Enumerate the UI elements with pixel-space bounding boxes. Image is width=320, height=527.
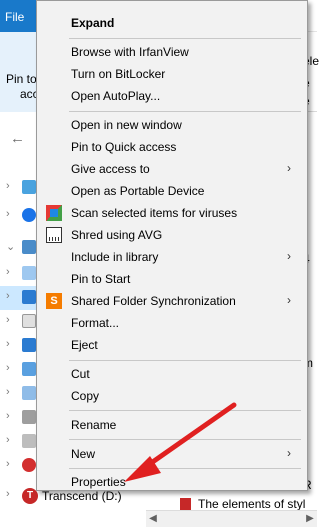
back-arrow-icon[interactable]: ← (10, 130, 25, 147)
chevron-right-icon[interactable]: › (6, 290, 10, 302)
nav-item[interactable]: › (0, 334, 40, 358)
nav-item[interactable]: › (0, 382, 40, 406)
navigation-pane: › › ⌄ › › › › › › › › › (0, 160, 40, 527)
menu-item-label: Pin to Start (71, 272, 131, 286)
menu-item-label: Give access to (71, 162, 150, 176)
menu-item-cut[interactable]: Cut (37, 363, 307, 385)
menu-item-include-library[interactable]: Include in library › (37, 246, 307, 268)
menu-item-label: New (71, 447, 96, 461)
menu-item-label: Open AutoPlay... (71, 89, 161, 103)
nav-item[interactable]: › (0, 262, 40, 286)
menu-item-label: Pin to Quick access (71, 140, 177, 154)
horizontal-scrollbar[interactable]: ◀ ▶ (146, 510, 317, 527)
pin-to-quick-access-button[interactable]: Pin to acc (0, 32, 39, 112)
menu-item-expand[interactable]: Expand (37, 12, 307, 34)
nav-item[interactable]: ⌄ (0, 236, 40, 260)
nav-item[interactable]: › (0, 176, 40, 200)
menu-separator (69, 38, 301, 39)
sync-icon: S (46, 293, 62, 309)
file-name: The elements of styl (198, 497, 306, 511)
folder-icon (22, 266, 36, 280)
menu-item-label: Turn on BitLocker (71, 67, 166, 81)
pictures-icon (22, 386, 36, 400)
shredder-icon (46, 227, 62, 243)
menu-item-scan-viruses[interactable]: Scan selected items for viruses (37, 202, 307, 224)
nav-item[interactable]: › (0, 454, 40, 478)
menu-item-label: Shred using AVG (71, 228, 163, 242)
nav-item[interactable]: › (0, 204, 40, 228)
download-icon (22, 338, 36, 352)
music-icon (22, 362, 36, 376)
menu-item-label: Scan selected items for viruses (71, 206, 238, 220)
chevron-down-icon[interactable]: ⌄ (6, 240, 15, 253)
menu-separator (69, 111, 301, 112)
chevron-right-icon[interactable]: › (6, 362, 10, 374)
this-pc-icon (22, 240, 36, 254)
nav-item-selected[interactable]: › (0, 286, 40, 310)
pdf-file-icon (180, 498, 191, 510)
menu-item-open-portable-device[interactable]: Open as Portable Device (37, 180, 307, 202)
chevron-right-icon[interactable]: › (6, 208, 10, 220)
menu-item-open-autoplay[interactable]: Open AutoPlay... (37, 85, 307, 107)
menu-item-pin-quick-access[interactable]: Pin to Quick access (37, 136, 307, 158)
nav-item[interactable]: › (0, 310, 40, 334)
videos-icon (22, 410, 36, 424)
menu-item-eject[interactable]: Eject (37, 334, 307, 356)
menu-item-label: Include in library (71, 250, 159, 264)
chevron-right-icon[interactable]: › (6, 266, 10, 278)
avg-scan-icon (46, 205, 62, 221)
onedrive-icon (22, 208, 36, 222)
chevron-right-icon[interactable]: › (6, 338, 10, 350)
submenu-arrow-icon: › (287, 446, 291, 460)
menu-item-pin-start[interactable]: Pin to Start (37, 268, 307, 290)
local-disk-icon (22, 434, 36, 448)
nav-item[interactable]: › (0, 430, 40, 454)
chevron-right-icon[interactable]: › (6, 180, 10, 192)
menu-item-format[interactable]: Format... (37, 312, 307, 334)
submenu-arrow-icon: › (287, 249, 291, 263)
chevron-right-icon[interactable]: › (6, 314, 10, 326)
submenu-arrow-icon: › (287, 161, 291, 175)
menu-item-label: Copy (71, 389, 100, 403)
chevron-right-icon[interactable]: › (6, 458, 10, 470)
menu-item-label: Format... (71, 316, 120, 330)
removable-drive-icon (22, 458, 36, 472)
scroll-right-icon[interactable]: ▶ (303, 513, 317, 524)
document-icon (22, 314, 36, 328)
chevron-right-icon[interactable]: › (6, 386, 10, 398)
menu-item-label: Eject (71, 338, 98, 352)
chevron-right-icon[interactable]: › (6, 410, 10, 422)
nav-item[interactable]: › (0, 358, 40, 382)
submenu-arrow-icon: › (287, 293, 291, 307)
drive-icon (22, 290, 36, 304)
pin-label: Pin to (6, 72, 37, 86)
menu-separator (69, 360, 301, 361)
scroll-left-icon[interactable]: ◀ (146, 513, 160, 524)
menu-item-open-new-window[interactable]: Open in new window (37, 114, 307, 136)
menu-item-label: Shared Folder Synchronization (71, 294, 236, 308)
menu-item-shred-avg[interactable]: Shred using AVG (37, 224, 307, 246)
red-annotation-arrow-icon (124, 402, 237, 482)
menu-item-give-access[interactable]: Give access to › (37, 158, 307, 180)
menu-item-browse-irfanview[interactable]: Browse with IrfanView (37, 41, 307, 63)
nav-item[interactable]: › (0, 406, 40, 430)
chevron-right-icon[interactable]: › (6, 434, 10, 446)
quick-access-icon (22, 180, 36, 194)
menu-item-label: Expand (71, 16, 115, 30)
chevron-right-icon[interactable]: › (6, 488, 10, 500)
menu-item-shared-folder-sync[interactable]: S Shared Folder Synchronization › (37, 290, 307, 312)
menu-item-label: Cut (71, 367, 90, 381)
menu-item-turn-on-bitlocker[interactable]: Turn on BitLocker (37, 63, 307, 85)
file-tab[interactable]: File (0, 0, 38, 32)
menu-item-label: Open as Portable Device (71, 184, 205, 198)
menu-item-label: Browse with IrfanView (71, 45, 189, 59)
menu-item-label: Open in new window (71, 118, 182, 132)
